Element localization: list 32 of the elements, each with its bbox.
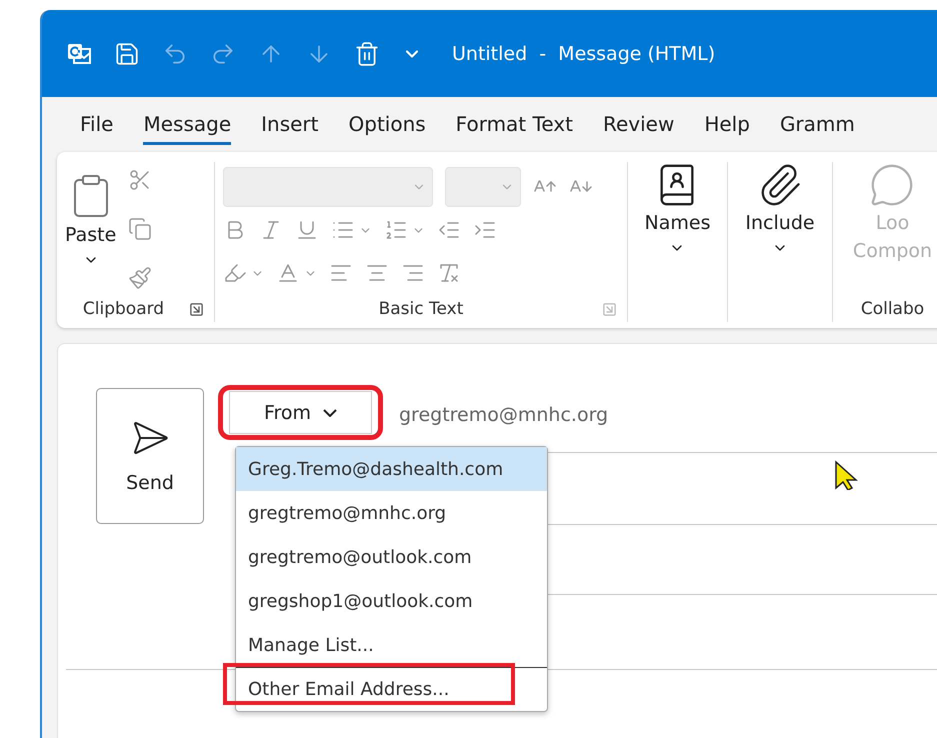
dialog-launcher-icon[interactable]	[189, 302, 204, 316]
mouse-pointer-icon	[834, 460, 860, 490]
menu-item[interactable]: gregshop1@outlook.com	[236, 579, 547, 623]
ribbon-tab[interactable]: File	[80, 104, 114, 145]
ribbon-tab[interactable]: Review	[602, 104, 674, 145]
menu-item[interactable]: Manage List...	[236, 623, 547, 667]
from-button[interactable]: From	[229, 391, 372, 434]
window-title: Untitled - Message (HTML)	[452, 42, 716, 64]
ribbon-tab[interactable]: Help	[704, 104, 750, 145]
caret-icon	[323, 408, 338, 416]
send-button[interactable]: Send	[96, 388, 204, 524]
paintbrush-icon	[128, 266, 152, 290]
paste-button[interactable]: Paste	[65, 162, 116, 296]
speech-bubble-icon	[869, 162, 916, 208]
trash-icon[interactable]	[354, 40, 380, 66]
menu-item[interactable]: Greg.Tremo@dashealth.com	[236, 447, 547, 491]
ribbon-tab[interactable]: Message	[143, 104, 232, 145]
include-button[interactable]: Include	[745, 162, 815, 296]
ribbon-tab[interactable]: Gramm	[780, 104, 855, 145]
menu-item[interactable]: Other Email Address...	[236, 667, 547, 711]
copy-icon	[128, 217, 152, 241]
ribbon-tab[interactable]: Options	[348, 104, 426, 145]
menu-item[interactable]: gregtremo@outlook.com	[236, 535, 547, 579]
ribbon-tab[interactable]: Format Text	[456, 104, 573, 145]
from-address: gregtremo@mnhc.org	[399, 404, 608, 426]
names-button[interactable]: Names	[644, 162, 710, 296]
group-label: Collabo	[860, 299, 924, 319]
save-icon[interactable]	[114, 40, 140, 66]
menu-item[interactable]: gregtremo@mnhc.org	[236, 491, 547, 535]
group-label: Basic Text	[378, 299, 464, 319]
ribbon-tab[interactable]: Insert	[261, 104, 318, 145]
group-label: Clipboard	[82, 299, 164, 319]
